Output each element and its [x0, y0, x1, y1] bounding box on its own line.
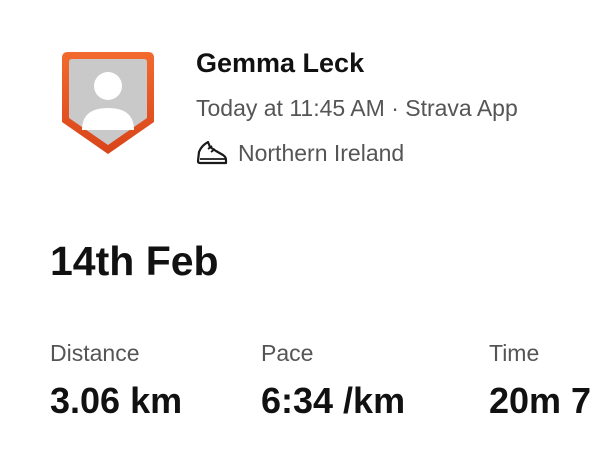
athlete-avatar[interactable] [58, 48, 158, 158]
running-shoe-icon [196, 140, 228, 165]
activity-timestamp-source: Today at 11:45 AM · Strava App [196, 95, 518, 121]
stat-pace-label: Pace [261, 340, 314, 366]
activity-location: Northern Ireland [238, 139, 405, 166]
stat-time-value: 20m 7 [489, 380, 592, 421]
stat-pace-value: 6:34 /km [261, 380, 406, 421]
stat-distance: Distance 3.06 km [50, 340, 182, 422]
stat-distance-value: 3.06 km [50, 380, 183, 421]
stat-pace: Pace 6:34 /km [261, 340, 405, 422]
default-avatar-icon [62, 52, 154, 154]
stat-time-label: Time [489, 340, 540, 366]
stat-distance-label: Distance [50, 340, 140, 366]
activity-title[interactable]: 14th Feb [50, 238, 219, 285]
activity-location-row: Northern Ireland [196, 139, 404, 167]
athlete-name[interactable]: Gemma Leck [196, 48, 364, 79]
stat-time: Time 20m 7 [489, 340, 591, 422]
